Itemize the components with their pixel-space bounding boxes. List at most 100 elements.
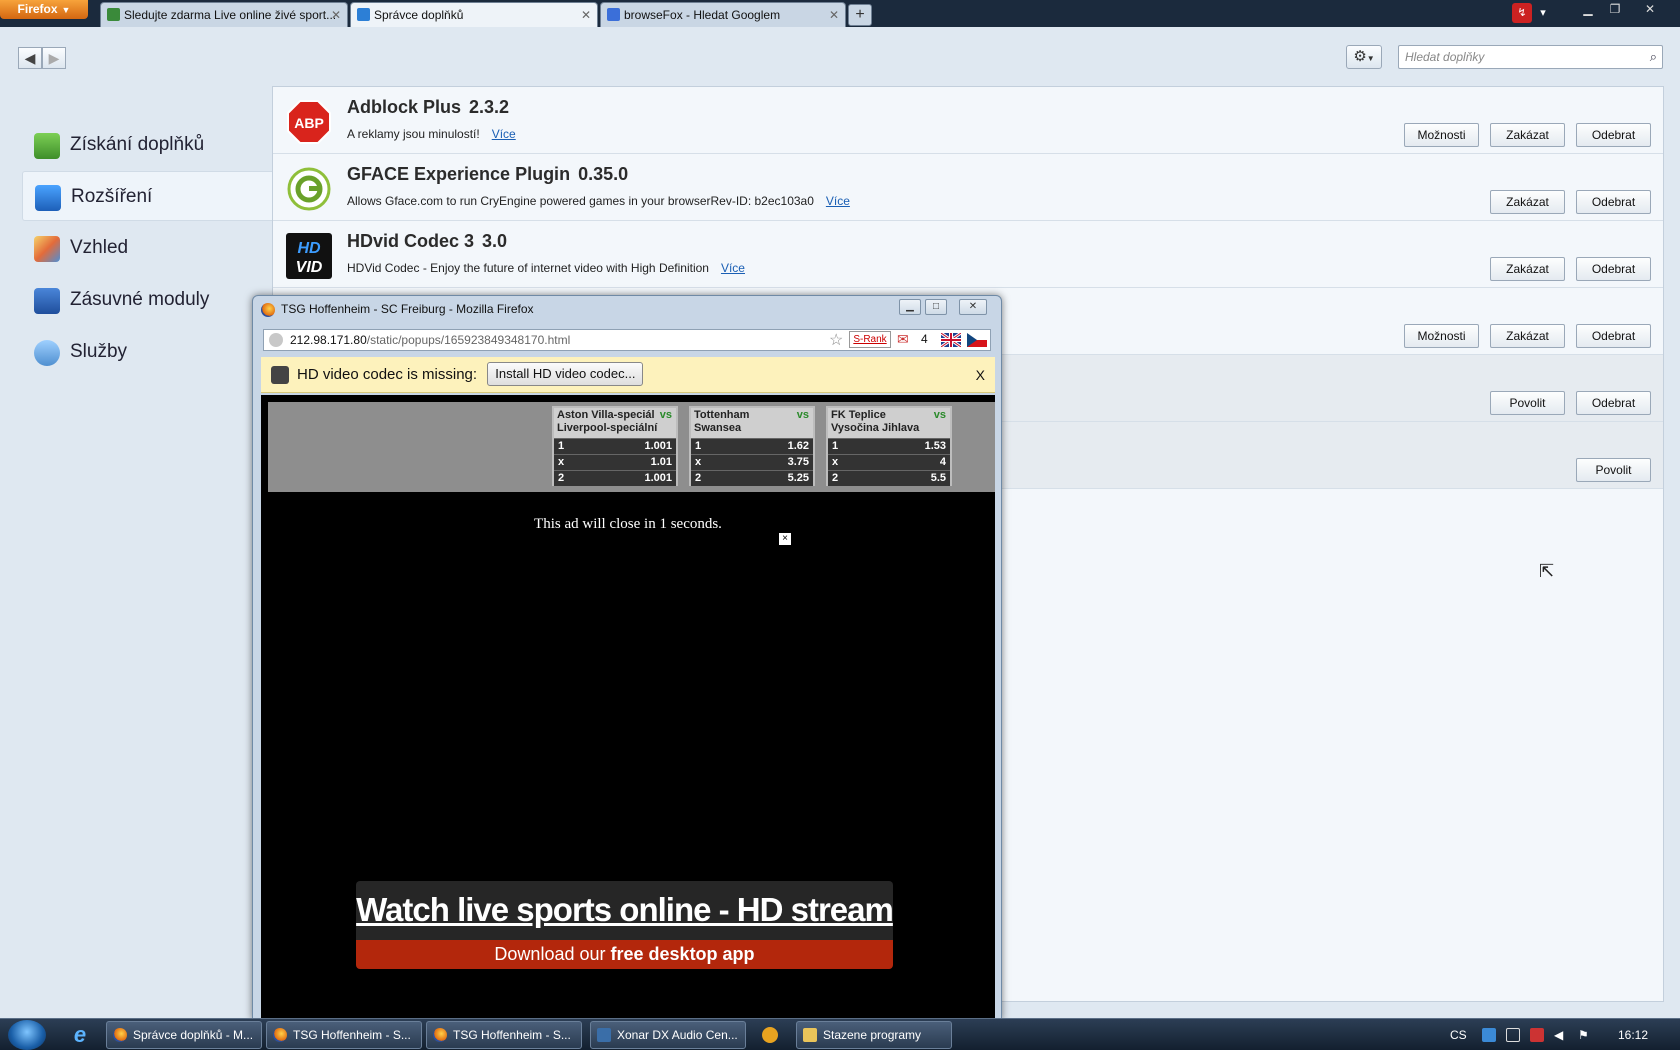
- odds-row[interactable]: 1 1.001: [554, 438, 676, 454]
- category-extensions[interactable]: Rozšíření: [22, 171, 272, 221]
- odds-row[interactable]: x 1.01: [554, 454, 676, 470]
- category-label: Získání doplňků: [70, 134, 205, 155]
- minimize-icon[interactable]: ▁: [1576, 0, 1600, 18]
- forward-button[interactable]: ▶: [42, 47, 66, 69]
- odds-value: 1.53: [924, 440, 946, 452]
- restore-icon[interactable]: ❐: [1603, 0, 1627, 18]
- odds-outcome: 1: [558, 440, 565, 452]
- back-button[interactable]: ◀: [18, 47, 42, 69]
- category-get-addons[interactable]: Získání doplňků: [22, 120, 272, 170]
- odds-row[interactable]: 2 5.25: [691, 470, 813, 486]
- czech-flag-icon[interactable]: [967, 333, 987, 347]
- odds-row[interactable]: 1 1.62: [691, 438, 813, 454]
- remove-button[interactable]: Odebrat: [1576, 123, 1651, 147]
- addon-item-adblock-plus[interactable]: ABP Adblock Plus 2.3.2 A reklamy jsou min…: [273, 87, 1663, 154]
- taskbar-item-hoffenheim-1[interactable]: TSG Hoffenheim - S...: [266, 1021, 422, 1049]
- remove-button[interactable]: Odebrat: [1576, 324, 1651, 348]
- remove-button[interactable]: Odebrat: [1576, 257, 1651, 281]
- tab-addon-manager[interactable]: Správce doplňků ✕: [350, 2, 598, 27]
- remove-button[interactable]: Odebrat: [1576, 190, 1651, 214]
- odds-row[interactable]: 1 1.53: [828, 438, 950, 454]
- tv-icon: [107, 8, 120, 21]
- close-icon[interactable]: ✕: [581, 3, 591, 27]
- addon-item-gface[interactable]: GFACE Experience Plugin 0.35.0 Allows Gfa…: [273, 154, 1663, 221]
- taskbar-item-hoffenheim-2[interactable]: TSG Hoffenheim - S...: [426, 1021, 582, 1049]
- remove-button[interactable]: Odebrat: [1576, 391, 1651, 415]
- firefox-menu-button[interactable]: Firefox ▼: [0, 0, 88, 19]
- more-link[interactable]: Více: [721, 261, 745, 275]
- uk-flag-icon[interactable]: [941, 333, 961, 347]
- enable-button[interactable]: Povolit: [1490, 391, 1565, 415]
- odds-bar: Aston Villa-speciál Liverpool-speciální …: [268, 402, 995, 492]
- home-team: Aston Villa-speciál: [557, 409, 655, 421]
- popup-window[interactable]: TSG Hoffenheim - SC Freiburg - Mozilla F…: [252, 295, 1002, 1020]
- enable-button[interactable]: Povolit: [1576, 458, 1651, 482]
- taskbar-item-addon-manager[interactable]: Správce doplňků - M...: [106, 1021, 262, 1049]
- addon-description: A reklamy jsou minulostí! Více: [347, 127, 516, 141]
- match-card[interactable]: Tottenham Swansea vs 1 1.62 x 3.75 2 5.25: [689, 406, 815, 486]
- addon-item-hdvid[interactable]: HD VID HDvid Codec 3 3.0 HDVid Codec - En…: [273, 221, 1663, 288]
- match-card[interactable]: FK Teplice Vysočina Jihlava vs 1 1.53 x4 …: [826, 406, 952, 486]
- category-services[interactable]: Služby: [22, 327, 272, 377]
- tab-strip: Firefox ▼ Sledujte zdarma Live online živ…: [0, 0, 1680, 27]
- tab-sport-stream[interactable]: Sledujte zdarma Live online živé sport..…: [100, 2, 348, 27]
- odds-row[interactable]: 2 1.001: [554, 470, 676, 486]
- close-icon[interactable]: ✕: [829, 3, 839, 27]
- action-center-icon[interactable]: [1506, 1028, 1520, 1042]
- disable-button[interactable]: Zakázat: [1490, 123, 1565, 147]
- disable-button[interactable]: Zakázat: [1490, 257, 1565, 281]
- mail-icon[interactable]: ✉: [897, 331, 909, 348]
- app-tray-icon[interactable]: [762, 1027, 778, 1043]
- match-card[interactable]: Aston Villa-speciál Liverpool-speciální …: [552, 406, 678, 486]
- install-codec-button[interactable]: Install HD video codec...: [487, 362, 644, 386]
- minimize-icon[interactable]: ▁: [899, 299, 921, 315]
- list-all-tabs-icon[interactable]: ▾: [1533, 3, 1553, 23]
- start-button[interactable]: [8, 1020, 46, 1050]
- odds-row[interactable]: x4: [828, 454, 950, 470]
- taskbar-item-xonar[interactable]: Xonar DX Audio Cen...: [590, 1021, 746, 1049]
- ad-close-button[interactable]: ×: [779, 533, 791, 545]
- options-button[interactable]: Možnosti: [1404, 123, 1479, 147]
- gear-icon: ⚙: [1353, 48, 1367, 65]
- bookmark-star-icon[interactable]: ☆: [829, 330, 843, 350]
- more-link[interactable]: Více: [826, 194, 850, 208]
- close-window-icon[interactable]: ✕: [1638, 0, 1662, 18]
- disable-button[interactable]: Zakázat: [1490, 324, 1565, 348]
- odds-row[interactable]: 2 5.5: [828, 470, 950, 486]
- s-rank-badge[interactable]: S-Rank: [849, 331, 891, 348]
- maximize-icon[interactable]: □: [925, 299, 947, 315]
- taskbar-item-stazene-programy[interactable]: Stazene programy: [796, 1021, 952, 1049]
- tools-gear-button[interactable]: ⚙▼: [1346, 45, 1382, 69]
- antivirus-icon[interactable]: [1530, 1028, 1544, 1042]
- volume-icon[interactable]: ◀: [1554, 1028, 1568, 1042]
- odds-value: 3.75: [787, 456, 809, 468]
- tab-label: Sledujte zdarma Live online živé sport..…: [124, 8, 337, 22]
- odds-row[interactable]: x 3.75: [691, 454, 813, 470]
- tab-browsefox[interactable]: browseFox - Hledat Googlem ✕: [600, 2, 846, 27]
- flag-icon[interactable]: ⚑: [1578, 1028, 1592, 1042]
- banner-headline-text: Watch live sports online - HD stream: [356, 891, 893, 928]
- taskbar-clock[interactable]: 16:12: [1618, 1019, 1648, 1050]
- gface-logo-icon: [287, 167, 331, 211]
- odds-outcome: 1: [832, 440, 839, 452]
- network-icon[interactable]: [1482, 1028, 1496, 1042]
- internet-explorer-icon[interactable]: e: [68, 1023, 92, 1047]
- addon-search-input[interactable]: Hledat doplňky ⌕: [1398, 45, 1663, 69]
- notification-close-button[interactable]: X: [976, 357, 985, 393]
- options-button[interactable]: Možnosti: [1404, 324, 1479, 348]
- category-plugins[interactable]: Zásuvné moduly: [22, 275, 272, 325]
- addon-toolbar-icon[interactable]: ↯: [1512, 3, 1532, 23]
- category-appearance[interactable]: Vzhled: [22, 223, 272, 273]
- search-icon[interactable]: ⌕: [1650, 46, 1657, 68]
- taskbar-label: Xonar DX Audio Cen...: [617, 1028, 738, 1042]
- close-icon[interactable]: ✕: [331, 3, 341, 27]
- disable-button[interactable]: Zakázat: [1490, 190, 1565, 214]
- chevron-down-icon: ▼: [1366, 54, 1375, 63]
- close-window-icon[interactable]: ✕: [959, 299, 987, 315]
- more-link[interactable]: Více: [492, 127, 516, 141]
- category-label: Zásuvné moduly: [70, 289, 210, 310]
- language-indicator[interactable]: CS: [1450, 1019, 1467, 1050]
- odds-outcome: x: [695, 456, 702, 468]
- new-tab-button[interactable]: +: [848, 4, 872, 26]
- download-app-banner[interactable]: Watch live sports online - HD stream Dow…: [356, 881, 893, 969]
